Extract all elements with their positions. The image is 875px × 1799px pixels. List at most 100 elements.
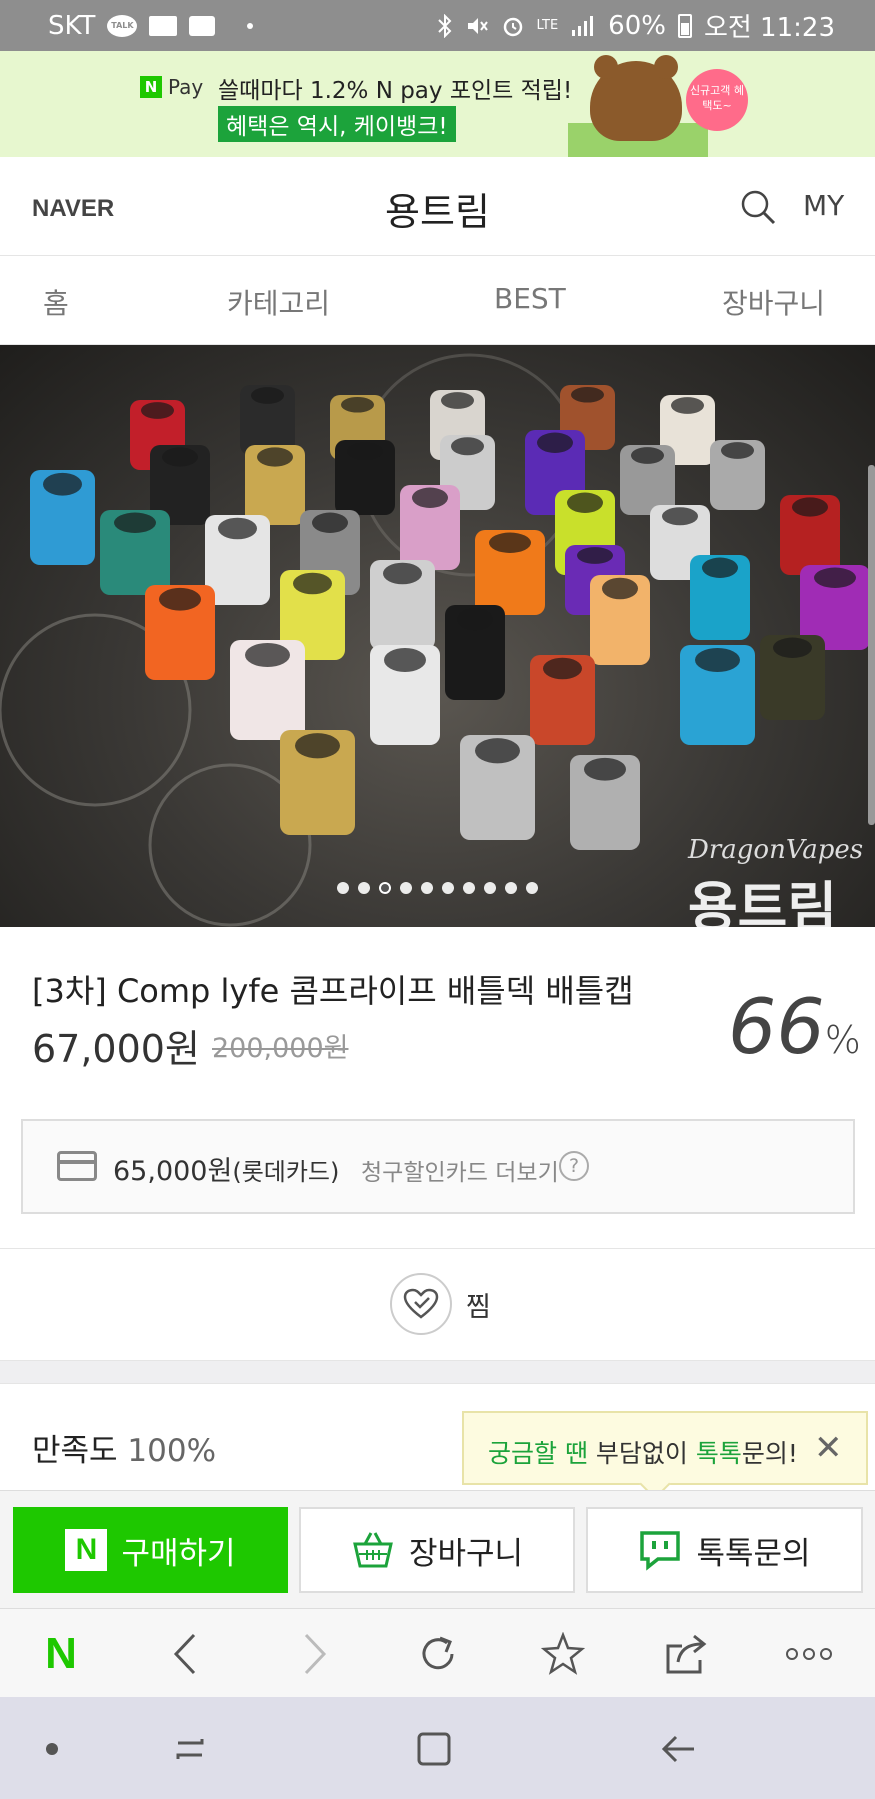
drip-tip-opening — [702, 557, 738, 578]
carousel-dot[interactable] — [463, 882, 475, 894]
ad-subline: 혜택은 역시, 케이뱅크! — [218, 106, 456, 142]
drip-tip-opening — [218, 517, 257, 540]
home-icon — [417, 1732, 451, 1766]
drip-tip-opening — [245, 643, 290, 667]
section-divider — [0, 1360, 875, 1384]
tooltip-close-icon[interactable]: ✕ — [814, 1430, 843, 1466]
back-button[interactable] — [162, 1631, 208, 1677]
more-button[interactable] — [786, 1631, 832, 1677]
heart-icon — [390, 1273, 452, 1335]
talktalk-icon — [640, 1531, 681, 1571]
drip-tip-opening — [662, 507, 698, 526]
drip-tip-opening — [571, 386, 604, 403]
tab-category[interactable]: 카테고리 — [227, 282, 330, 322]
card-discount-box[interactable]: 65,000원(롯데카드) 청구할인카드 더보기 ? — [21, 1119, 855, 1214]
drip-tip-opening — [773, 637, 812, 658]
drip-tip-opening — [412, 487, 448, 508]
wish-label: 찜 — [466, 1291, 491, 1323]
ad-bear-character — [590, 55, 682, 141]
tab-best[interactable]: BEST — [494, 282, 566, 315]
carousel-dot[interactable] — [505, 882, 517, 894]
bookmark-button[interactable] — [540, 1631, 586, 1677]
wish-button[interactable]: 찜 — [390, 1273, 491, 1335]
browser-toolbar: N — [0, 1608, 875, 1697]
discount-unit: % — [824, 1018, 861, 1062]
tooltip-text-1: 궁금할 땐 — [488, 1439, 588, 1468]
carousel-dot[interactable] — [421, 882, 433, 894]
signal-icon — [572, 15, 594, 36]
search-button[interactable] — [738, 187, 778, 227]
original-price: 200,000원 — [212, 1033, 349, 1064]
more-icon — [786, 1648, 832, 1660]
npay-n-icon: N — [140, 76, 162, 98]
more-notifications-icon — [247, 22, 254, 29]
buy-label: 구매하기 — [121, 1535, 236, 1572]
carousel-dot[interactable] — [358, 882, 370, 894]
forward-icon — [304, 1633, 327, 1675]
my-button[interactable]: MY — [803, 189, 844, 222]
drip-tip-opening — [475, 738, 520, 764]
ad-banner[interactable]: N Pay 쓸때마다 1.2% N pay 포인트 적립! 혜택은 역시, 케이… — [0, 51, 875, 157]
share-button[interactable] — [664, 1631, 710, 1677]
help-icon[interactable]: ? — [559, 1151, 589, 1181]
kakaotalk-notification-icon: TALK — [107, 14, 138, 37]
home-button[interactable] — [412, 1727, 456, 1771]
carousel-dot[interactable] — [337, 882, 349, 894]
ad-headline: 쓸때마다 1.2% N pay 포인트 적립! — [218, 78, 573, 104]
credit-card-icon — [57, 1151, 97, 1181]
nav-dot-button[interactable] — [30, 1727, 74, 1771]
drip-tip-opening — [567, 492, 603, 513]
product-name: [3차] Comp lyfe 콤프라이프 배틀덱 배틀캡 — [32, 972, 634, 1010]
naver-home-button[interactable]: N — [38, 1629, 84, 1678]
system-back-button[interactable] — [656, 1727, 700, 1771]
tab-cart[interactable]: 장바구니 — [722, 282, 825, 322]
divider — [0, 1248, 875, 1249]
sale-price: 67,000원 — [32, 1027, 200, 1071]
tooltip-text-2: 부담없이 — [587, 1439, 696, 1468]
talktalk-label: 톡톡문의 — [696, 1535, 811, 1572]
drip-tip-opening — [114, 512, 156, 533]
bluetooth-icon — [437, 13, 451, 38]
drip-tip-opening — [792, 497, 828, 517]
drip-tip-opening — [441, 392, 474, 409]
tab-home[interactable]: 홈 — [43, 282, 69, 322]
drip-tip-opening — [602, 577, 638, 600]
carousel-dot[interactable] — [484, 882, 496, 894]
back-icon — [173, 1633, 196, 1675]
carousel-dot[interactable] — [400, 882, 412, 894]
card-name: (롯데카드) — [232, 1158, 340, 1186]
clock: 오전 11:23 — [703, 13, 835, 43]
edge-panel-handle[interactable] — [868, 465, 875, 825]
drip-tip-opening — [695, 648, 740, 672]
dot-icon — [46, 1743, 58, 1755]
drip-tip-opening — [341, 396, 374, 413]
drip-tip-opening — [293, 572, 332, 595]
buy-button[interactable]: N 구매하기 — [13, 1507, 288, 1593]
drip-tip-opening — [295, 733, 340, 759]
drip-tip-opening — [257, 447, 293, 467]
tooltip-text-3: 톡톡 — [695, 1439, 742, 1468]
drip-tip-opening — [543, 657, 582, 680]
drip-tip-opening — [43, 472, 82, 496]
recent-apps-button[interactable] — [168, 1727, 212, 1771]
refresh-button[interactable] — [415, 1631, 461, 1677]
card-more-link[interactable]: 청구할인카드 더보기 — [361, 1153, 559, 1187]
store-nav-tabs: 홈 카테고리 BEST 장바구니 — [0, 256, 875, 345]
carousel-dot[interactable] — [442, 882, 454, 894]
npay-label: Pay — [168, 75, 204, 99]
share-icon — [666, 1634, 707, 1674]
discount-rate: 66% — [728, 982, 861, 1071]
carousel-dot[interactable] — [526, 882, 538, 894]
carousel-dot[interactable] — [379, 882, 391, 894]
drip-tip-opening — [159, 587, 201, 611]
card-discount-price: 65,000원(롯데카드) — [113, 1149, 339, 1188]
status-bar: SKT TALK LTE 60% 오전 11:23 — [0, 0, 875, 51]
drip-tip-opening — [162, 447, 198, 467]
forward-button[interactable] — [292, 1631, 338, 1677]
talktalk-button[interactable]: 톡톡문의 — [586, 1507, 863, 1593]
basket-icon — [353, 1532, 393, 1568]
carrier-label: SKT — [48, 10, 96, 41]
add-to-cart-button[interactable]: 장바구니 — [299, 1507, 575, 1593]
system-back-icon — [661, 1735, 694, 1763]
product-image-carousel[interactable]: DragonVapes 용트림 — [0, 345, 875, 927]
